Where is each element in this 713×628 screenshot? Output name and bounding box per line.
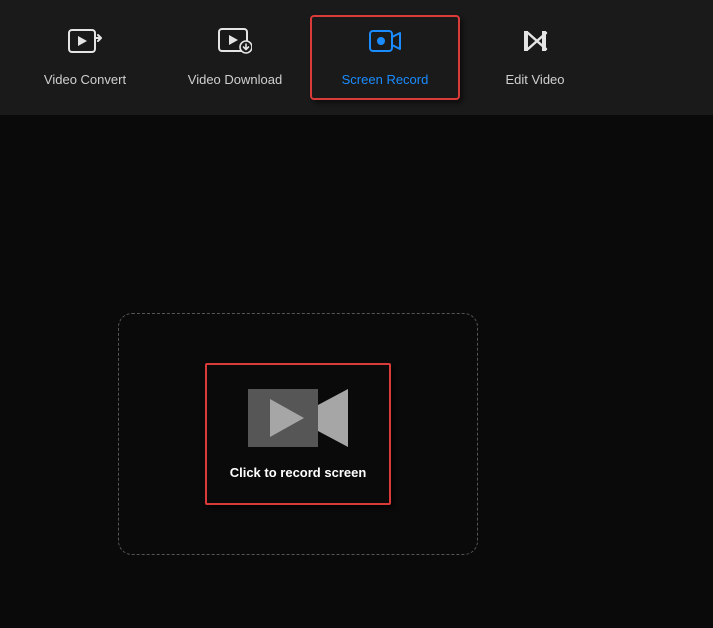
tab-label: Video Convert <box>44 72 126 87</box>
tab-label: Video Download <box>188 72 282 87</box>
screen-record-icon <box>369 28 401 54</box>
main-panel: Click to record screen <box>0 115 713 628</box>
record-screen-button[interactable]: Click to record screen <box>205 363 391 505</box>
tab-label: Edit Video <box>505 72 564 87</box>
video-convert-icon <box>68 28 102 54</box>
edit-video-icon <box>522 28 548 54</box>
top-toolbar: Video Convert Video Download Screen Reco… <box>0 0 713 115</box>
tab-label: Screen Record <box>342 72 429 87</box>
video-download-icon <box>218 28 252 54</box>
drop-zone: Click to record screen <box>118 313 478 555</box>
tab-video-convert[interactable]: Video Convert <box>10 15 160 100</box>
record-button-label: Click to record screen <box>230 465 367 480</box>
tab-screen-record[interactable]: Screen Record <box>310 15 460 100</box>
camcorder-icon <box>248 389 348 447</box>
tab-edit-video[interactable]: Edit Video <box>460 15 610 100</box>
tab-video-download[interactable]: Video Download <box>160 15 310 100</box>
